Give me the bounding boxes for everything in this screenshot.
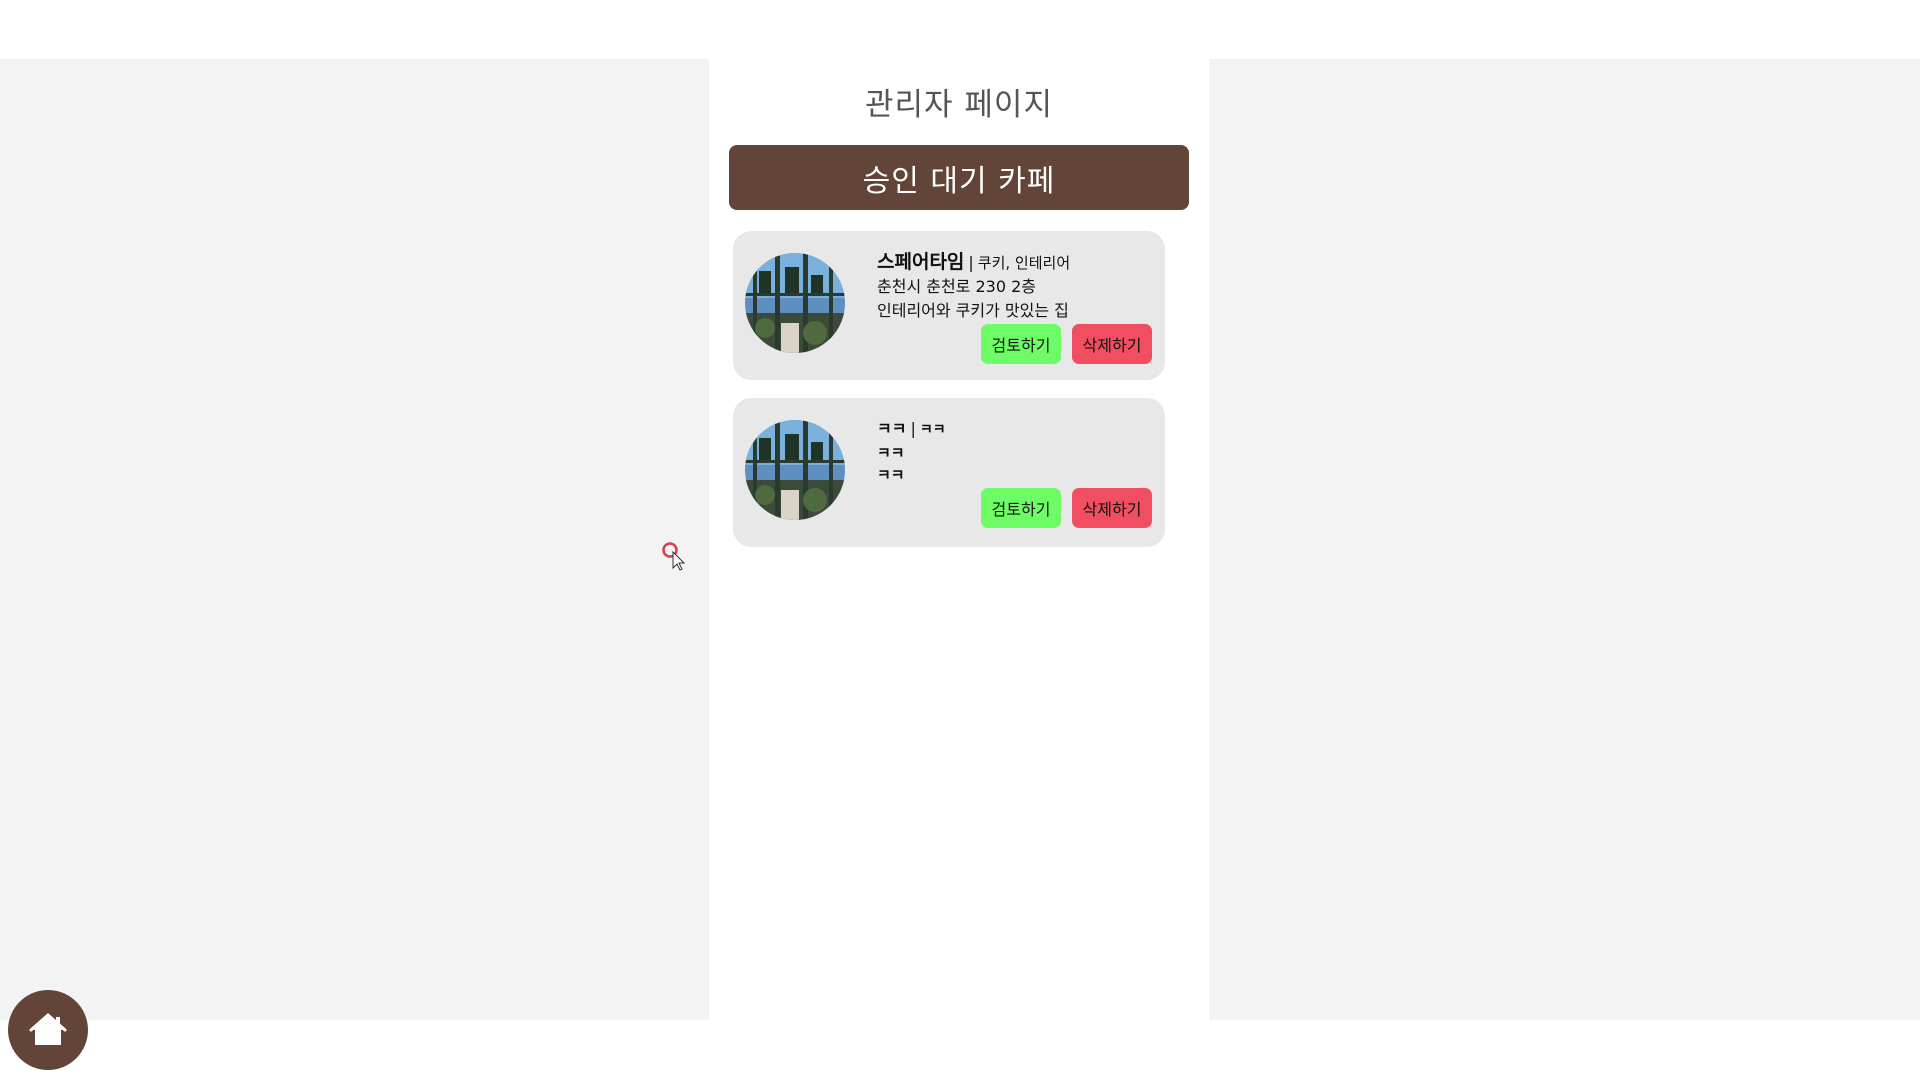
review-button[interactable]: 검토하기 <box>981 324 1061 364</box>
app-viewport: 관리자 페이지 승인 대기 카페 스페어타임 | 쿠키, 인테리어 춘천시 춘천… <box>0 59 1920 1070</box>
cafe-address: 춘천시 춘천로 230 2층 <box>877 277 1037 296</box>
separator: | <box>968 253 974 272</box>
admin-panel: 관리자 페이지 승인 대기 카페 스페어타임 | 쿠키, 인테리어 춘천시 춘천… <box>709 59 1209 1020</box>
cafe-description: 인테리어와 쿠키가 맛있는 집 <box>877 301 1069 320</box>
delete-button[interactable]: 삭제하기 <box>1072 488 1152 528</box>
delete-button[interactable]: 삭제하기 <box>1072 324 1152 364</box>
separator: | <box>910 419 916 438</box>
cafe-name: 스페어타임 <box>877 251 965 273</box>
pending-cafe-card: 스페어타임 | 쿠키, 인테리어 춘천시 춘천로 230 2층 인테리어와 쿠키가 … <box>733 231 1165 380</box>
cafe-thumbnail <box>745 253 845 353</box>
home-icon <box>29 1013 67 1045</box>
cafe-name: ㅋㅋ <box>877 419 907 438</box>
review-button[interactable]: 검토하기 <box>981 488 1061 528</box>
cafe-info: ㅋㅋ | ㅋㅋ ㅋㅋ ㅋㅋ <box>877 416 1157 486</box>
cafe-name-line: ㅋㅋ | ㅋㅋ <box>877 416 1157 442</box>
cafe-info: 스페어타임 | 쿠키, 인테리어 춘천시 춘천로 230 2층 인테리어와 쿠키가 … <box>877 249 1157 323</box>
page-title: 관리자 페이지 <box>865 87 1053 123</box>
pending-cafe-card: ㅋㅋ | ㅋㅋ ㅋㅋ ㅋㅋ 검토하기 삭제하기 <box>733 398 1165 547</box>
pending-cafes-header: 승인 대기 카페 <box>729 145 1189 210</box>
cafe-tags: ㅋㅋ <box>919 422 946 438</box>
cafe-thumbnail <box>745 420 845 520</box>
cafe-tags: 쿠키, 인테리어 <box>977 254 1071 272</box>
mouse-pointer-icon <box>662 542 686 571</box>
cafe-address: ㅋㅋ <box>877 444 905 462</box>
cafe-description: ㅋㅋ <box>877 466 905 484</box>
home-button[interactable] <box>8 990 88 1070</box>
cafe-name-line: 스페어타임 | 쿠키, 인테리어 <box>877 249 1157 275</box>
